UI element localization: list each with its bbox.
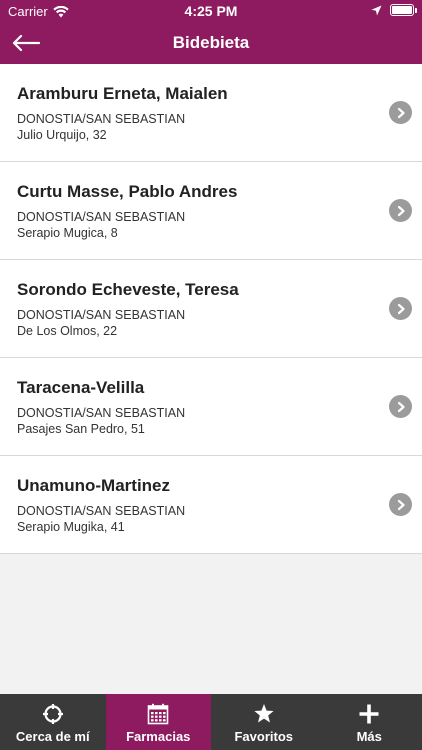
tab-label: Favoritos: [234, 729, 293, 744]
screen: Carrier 4:25 PM Bidebieta Aramburu Ernet…: [0, 0, 422, 750]
chevron-right-icon[interactable]: [389, 199, 412, 222]
chevron-right-icon[interactable]: [389, 297, 412, 320]
chevron-right-icon[interactable]: [389, 395, 412, 418]
pharmacy-row[interactable]: Taracena-Velilla DONOSTIA/SAN SEBASTIAN …: [0, 358, 422, 456]
status-time: 4:25 PM: [184, 3, 238, 19]
pharmacy-address: De Los Olmos, 22: [17, 324, 118, 338]
nav-bar: Bidebieta: [0, 22, 422, 64]
pharmacy-address: Pasajes San Pedro, 51: [17, 422, 145, 436]
calendar-icon: [147, 703, 169, 725]
pharmacy-name: Sorondo Echeveste, Teresa: [17, 280, 239, 299]
pharmacy-city: DONOSTIA/SAN SEBASTIAN: [17, 406, 186, 420]
battery-fill: [392, 6, 412, 14]
chevron-right-icon[interactable]: [389, 493, 412, 516]
pharmacy-list: Aramburu Erneta, Maialen DONOSTIA/SAN SE…: [0, 64, 422, 554]
pharmacy-city: DONOSTIA/SAN SEBASTIAN: [17, 210, 186, 224]
location-arrow-icon: [371, 5, 382, 15]
pharmacy-name: Curtu Masse, Pablo Andres: [17, 182, 238, 201]
tab-cerca-de-mi[interactable]: Cerca de mí: [0, 694, 106, 750]
star-icon: [253, 703, 275, 725]
pharmacy-row[interactable]: Curtu Masse, Pablo Andres DONOSTIA/SAN S…: [0, 162, 422, 260]
tab-label: Farmacias: [126, 729, 191, 744]
status-bar: Carrier 4:25 PM: [0, 0, 422, 22]
tab-farmacias[interactable]: Farmacias: [105, 694, 211, 750]
page-title: Bidebieta: [172, 33, 250, 52]
status-indicators: [371, 4, 417, 16]
battery-icon: [390, 4, 417, 16]
pharmacy-city: DONOSTIA/SAN SEBASTIAN: [17, 504, 186, 518]
pharmacy-address: Serapio Mugica, 8: [17, 226, 118, 240]
header: Carrier 4:25 PM Bidebieta: [0, 0, 422, 64]
tab-label: Más: [356, 729, 382, 744]
pharmacy-city: DONOSTIA/SAN SEBASTIAN: [17, 308, 186, 322]
tab-label: Cerca de mí: [15, 729, 90, 744]
crosshair-icon: [42, 703, 64, 725]
chevron-right-icon[interactable]: [389, 101, 412, 124]
pharmacy-name: Taracena-Velilla: [17, 378, 145, 397]
pharmacy-address: Serapio Mugika, 41: [17, 520, 125, 534]
pharmacy-city: DONOSTIA/SAN SEBASTIAN: [17, 112, 186, 126]
tab-favoritos[interactable]: Favoritos: [211, 694, 317, 750]
pharmacy-name: Unamuno-Martinez: [17, 476, 170, 495]
tab-mas[interactable]: Más: [317, 694, 422, 750]
pharmacy-address: Julio Urquijo, 32: [17, 128, 107, 142]
tab-bar: Cerca de mí Farmacias Favoritos Más: [0, 694, 422, 750]
pharmacy-row[interactable]: Unamuno-Martinez DONOSTIA/SAN SEBASTIAN …: [0, 456, 422, 554]
pharmacy-row[interactable]: Sorondo Echeveste, Teresa DONOSTIA/SAN S…: [0, 260, 422, 358]
pharmacy-row[interactable]: Aramburu Erneta, Maialen DONOSTIA/SAN SE…: [0, 64, 422, 162]
plus-icon: [358, 703, 380, 725]
pharmacy-name: Aramburu Erneta, Maialen: [17, 84, 228, 103]
